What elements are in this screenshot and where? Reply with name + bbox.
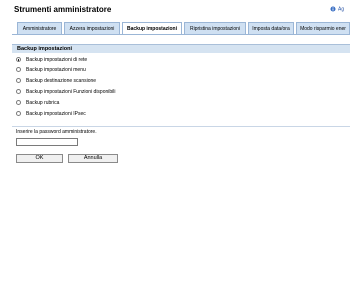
tab-imposta-data-ora[interactable]: Imposta data/ora: [248, 22, 294, 34]
radio-button[interactable]: [16, 57, 21, 63]
cancel-button[interactable]: Annulla: [68, 154, 118, 163]
password-input[interactable]: [16, 138, 78, 146]
option-backup-ipsec[interactable]: Backup impostazioni IPsec: [16, 110, 86, 119]
option-backup-rete[interactable]: Backup impostazioni di rete: [16, 56, 87, 65]
tab-modo-risparmio-energia[interactable]: Modo risparmio ener: [296, 22, 350, 34]
option-label: Backup impostazioni di rete: [26, 57, 88, 63]
option-label: Backup rubrica: [26, 100, 60, 106]
option-label: Backup impostazioni IPsec: [26, 111, 86, 117]
option-label: Backup impostazioni menu: [26, 67, 86, 73]
top-link-label: Ag: [338, 6, 345, 13]
radio-button[interactable]: [16, 111, 21, 117]
option-label: Backup impostazioni Funzioni disponibili: [26, 89, 116, 95]
option-backup-menu[interactable]: Backup impostazioni menu: [16, 66, 86, 75]
option-backup-destinazione-scansione[interactable]: Backup destinazione scansione: [16, 77, 96, 86]
password-label: Inserire la password amministratore.: [16, 129, 97, 135]
page-title: Strumenti amministratore: [14, 5, 112, 14]
tab-amministratore[interactable]: Amministratore: [17, 22, 62, 34]
option-backup-rubrica[interactable]: Backup rubrica: [16, 99, 59, 108]
top-link[interactable]: Ag: [330, 6, 344, 12]
section-header: Backup impostazioni: [12, 44, 350, 53]
tab-ripristina-impostazioni[interactable]: Ripristina impostazioni: [184, 22, 246, 34]
option-backup-funzioni-disponibili[interactable]: Backup impostazioni Funzioni disponibili: [16, 88, 116, 97]
radio-button[interactable]: [16, 89, 21, 95]
tab-backup-impostazioni[interactable]: Backup impostazioni: [122, 22, 182, 34]
radio-button[interactable]: [16, 78, 21, 84]
title-bar: Strumenti amministratore Ag: [0, 0, 350, 19]
section-divider: [12, 126, 350, 127]
radio-button[interactable]: [16, 67, 21, 73]
tab-azzera-impostazioni[interactable]: Azzera impostazioni: [64, 22, 120, 34]
ok-button[interactable]: OK: [16, 154, 63, 163]
help-icon: [330, 6, 336, 12]
radio-button[interactable]: [16, 100, 21, 106]
option-label: Backup destinazione scansione: [26, 78, 97, 84]
